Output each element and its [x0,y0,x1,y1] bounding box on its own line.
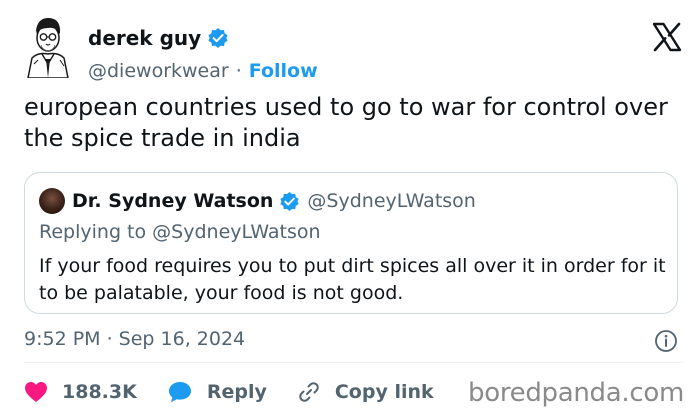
separator-dot: · [235,60,242,82]
x-logo-icon[interactable] [652,22,682,52]
copy-link-button[interactable]: Copy link [297,380,434,404]
quoted-author-avatar[interactable] [39,188,65,214]
author-avatar[interactable] [24,14,72,78]
divider [24,362,684,363]
verified-badge-icon [208,28,228,48]
link-icon [299,382,319,402]
tweet-text: european countries used to go to war for… [24,93,668,152]
info-icon[interactable] [654,329,678,353]
copy-link-label: Copy link [334,381,434,403]
reply-label: Reply [206,381,267,403]
heart-icon [25,382,47,402]
tweet-timestamp[interactable]: 9:52 PM · Sep 16, 2024 [24,328,245,350]
quoted-author-handle[interactable]: @SydneyLWatson [307,190,475,212]
boredpanda-watermark: boredpanda.com [468,378,684,408]
quoted-author-name[interactable]: Dr. Sydney Watson [72,190,273,212]
reply-button[interactable]: Reply [167,380,267,404]
action-bar: 188.3K Reply Copy link [24,376,464,408]
replying-to-label: Replying to @SydneyLWatson [39,221,321,243]
follow-button[interactable]: Follow [249,60,318,82]
author-name[interactable]: derek guy [88,26,201,50]
quoted-tweet[interactable]: Dr. Sydney Watson @SydneyLWatson Replyin… [24,172,678,314]
like-button[interactable]: 188.3K [24,381,137,403]
quoted-tweet-text: If your food requires you to put dirt sp… [39,255,666,304]
reply-bubble-icon [168,382,191,403]
author-handle[interactable]: @dieworkwear [88,60,229,82]
verified-badge-icon [280,191,300,211]
tweet-header: derek guy @dieworkwear · Follow [24,14,684,84]
like-count: 188.3K [62,381,137,403]
